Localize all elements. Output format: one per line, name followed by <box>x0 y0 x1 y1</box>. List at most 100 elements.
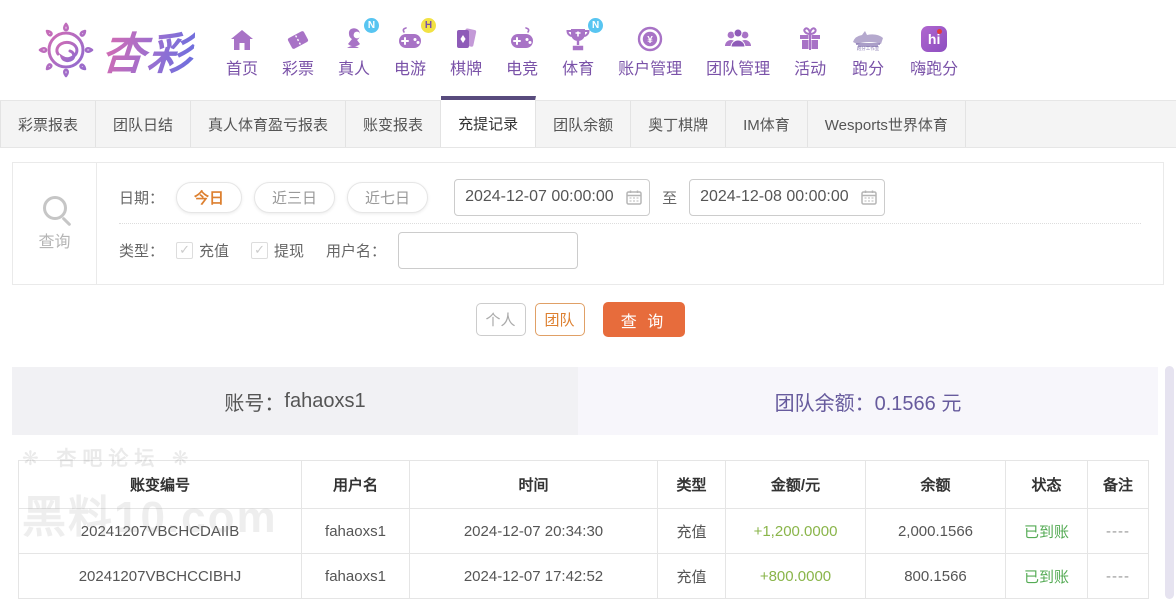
top-navigation: 杏彩 首页 彩票 N 真人 H 电游 棋牌 电竞 N 体育 ¥ 账户管理 团队管… <box>0 0 1176 100</box>
col-header-balance: 余额 <box>865 460 1006 509</box>
deposit-checkbox[interactable]: ✓ <box>176 241 194 259</box>
nav-item-esports[interactable]: 电竞 <box>506 22 538 79</box>
nav-item-team-mgmt[interactable]: 团队管理 <box>706 22 770 79</box>
filter-divider <box>119 223 1141 224</box>
cell-amount: +1,200.0000 <box>725 508 866 554</box>
records-table-section: ❋ 杏吧论坛 ❋ 黑料10.com 账变编号 用户名 时间 类型 金额/元 余额… <box>18 448 1149 599</box>
nav-item-sports[interactable]: N 体育 <box>562 17 604 79</box>
cell-status: 已到账 <box>1005 553 1088 599</box>
cell-type: 充值 <box>657 553 726 599</box>
date-to-input[interactable] <box>689 178 886 216</box>
cell-remark: ---- <box>1087 553 1149 599</box>
yuan-coin-icon: ¥ <box>637 26 663 51</box>
date-from-input[interactable] <box>454 178 651 216</box>
tab-odin-cards[interactable]: 奥丁棋牌 <box>631 101 727 147</box>
cell-status: 已到账 <box>1005 508 1088 554</box>
team-button[interactable]: 团队 <box>534 303 585 336</box>
nav-item-label: 首页 <box>226 60 259 78</box>
report-tabbar: 彩票报表 团队日结 真人体育盈亏报表 账变报表 充提记录 团队余额 奥丁棋牌 I… <box>0 96 1176 148</box>
nav-item-lottery[interactable]: 彩票 <box>282 22 314 79</box>
trophy-icon <box>566 28 590 50</box>
nav-item-egame[interactable]: H 电游 <box>394 17 437 79</box>
table-row: 20241207VBCHCDAIIB fahaoxs1 2024-12-07 2… <box>18 508 1149 554</box>
withdraw-checkbox[interactable]: ✓ <box>251 241 269 259</box>
col-header-time: 时间 <box>409 460 658 509</box>
calendar-icon[interactable] <box>861 189 877 205</box>
filter-panel: 查询 日期： 今日 近三日 近七日 至 类型： ✓ 充值 ✓ 提现 用户名： <box>12 162 1164 285</box>
nav-item-label: 嗨跑分 <box>910 60 959 78</box>
live-person-icon <box>347 27 361 48</box>
gift-icon <box>800 26 821 50</box>
date-filter-row: 日期： 今日 近三日 近七日 至 <box>119 175 1141 219</box>
quick-date-3days[interactable]: 近三日 <box>254 181 336 213</box>
esports-gamepad-icon <box>511 26 534 48</box>
col-header-amount: 金额/元 <box>725 460 866 509</box>
cell-time: 2024-12-07 17:42:52 <box>409 553 658 599</box>
tab-lottery-report[interactable]: 彩票报表 <box>0 101 97 147</box>
tab-team-daily[interactable]: 团队日结 <box>96 101 192 147</box>
calendar-icon[interactable] <box>626 189 642 205</box>
svg-text:¥: ¥ <box>647 35 653 46</box>
nav-item-label: 体育 <box>562 60 595 78</box>
col-header-change-id: 账变编号 <box>18 460 302 509</box>
tab-wesports[interactable]: Wesports世界体育 <box>807 101 966 147</box>
tab-im-sports[interactable]: IM体育 <box>726 101 808 147</box>
brand-logo[interactable]: 杏彩 <box>34 18 195 82</box>
search-icon <box>42 195 67 220</box>
nav-item-label: 彩票 <box>282 60 315 78</box>
quick-date-today[interactable]: 今日 <box>176 181 243 213</box>
col-header-username: 用户名 <box>301 460 410 509</box>
nav-item-label: 账户管理 <box>618 60 683 78</box>
nav-item-promotions[interactable]: 活动 <box>794 22 826 79</box>
team-balance-value: 0.1566 元 <box>874 392 962 415</box>
team-balance-label: 团队余额： <box>774 392 875 415</box>
cell-amount: +800.0000 <box>725 553 866 599</box>
account-summary-bar: 账号： fahaoxs1 团队余额： 0.1566 元 <box>12 367 1158 435</box>
cell-balance: 800.1566 <box>865 553 1006 599</box>
table-header-row: 账变编号 用户名 时间 类型 金额/元 余额 状态 备注 <box>18 460 1149 509</box>
query-button[interactable]: 查 询 <box>602 302 685 337</box>
tab-live-sports-pnl[interactable]: 真人体育盈亏报表 <box>191 101 347 147</box>
tab-deposit-withdraw-records[interactable]: 充提记录 <box>441 96 537 147</box>
nav-item-label: 电竞 <box>506 60 539 78</box>
gamepad-icon <box>399 26 422 48</box>
lotus-emblem-icon <box>38 22 94 78</box>
nav-item-hi-paofen[interactable]: hi 嗨跑分 <box>910 22 958 79</box>
cell-balance: 2,000.1566 <box>865 508 1006 554</box>
nav-item-account-mgmt[interactable]: ¥ 账户管理 <box>618 22 682 79</box>
nav-item-label: 真人 <box>338 60 371 78</box>
tab-team-balance[interactable]: 团队余额 <box>536 101 632 147</box>
nav-item-cards[interactable]: 棋牌 <box>450 22 482 79</box>
hot-badge: H <box>421 17 437 33</box>
account-value: fahaoxs1 <box>284 389 366 412</box>
nav-item-paofen[interactable]: 跑分工作室 跑分 <box>850 22 886 79</box>
red-dot <box>937 28 943 34</box>
home-icon <box>231 29 253 50</box>
col-header-status: 状态 <box>1005 460 1088 509</box>
nav-item-label: 活动 <box>794 60 827 78</box>
nav-item-label: 电游 <box>394 60 427 78</box>
date-to-label: 至 <box>662 189 678 207</box>
team-icon <box>725 28 752 47</box>
records-table: 账变编号 用户名 时间 类型 金额/元 余额 状态 备注 20241207VBC… <box>18 460 1149 599</box>
search-side-label: 查询 <box>13 163 97 284</box>
quick-date-7days[interactable]: 近七日 <box>347 181 429 213</box>
cell-type: 充值 <box>657 508 726 554</box>
personal-button[interactable]: 个人 <box>475 303 526 336</box>
username-input[interactable] <box>398 231 579 269</box>
col-header-type: 类型 <box>657 460 726 509</box>
page-scrollbar[interactable] <box>1165 366 1174 599</box>
nav-item-home[interactable]: 首页 <box>226 22 258 79</box>
cell-time: 2024-12-07 20:34:30 <box>409 508 658 554</box>
cell-username: fahaoxs1 <box>301 553 410 599</box>
account-number: 账号： fahaoxs1 <box>12 367 578 435</box>
table-row: 20241207VBCHCCIBHJ fahaoxs1 2024-12-07 1… <box>18 553 1149 599</box>
withdraw-checkbox-label: 提现 <box>274 242 305 260</box>
rhino-icon: 跑分工作室 <box>853 30 884 52</box>
hi-app-icon: hi <box>921 25 948 52</box>
nav-item-live[interactable]: N 真人 <box>338 17 380 79</box>
ticket-icon <box>287 30 309 49</box>
username-label: 用户名： <box>326 242 387 260</box>
type-label: 类型： <box>119 242 165 260</box>
tab-account-changes[interactable]: 账变报表 <box>346 101 442 147</box>
